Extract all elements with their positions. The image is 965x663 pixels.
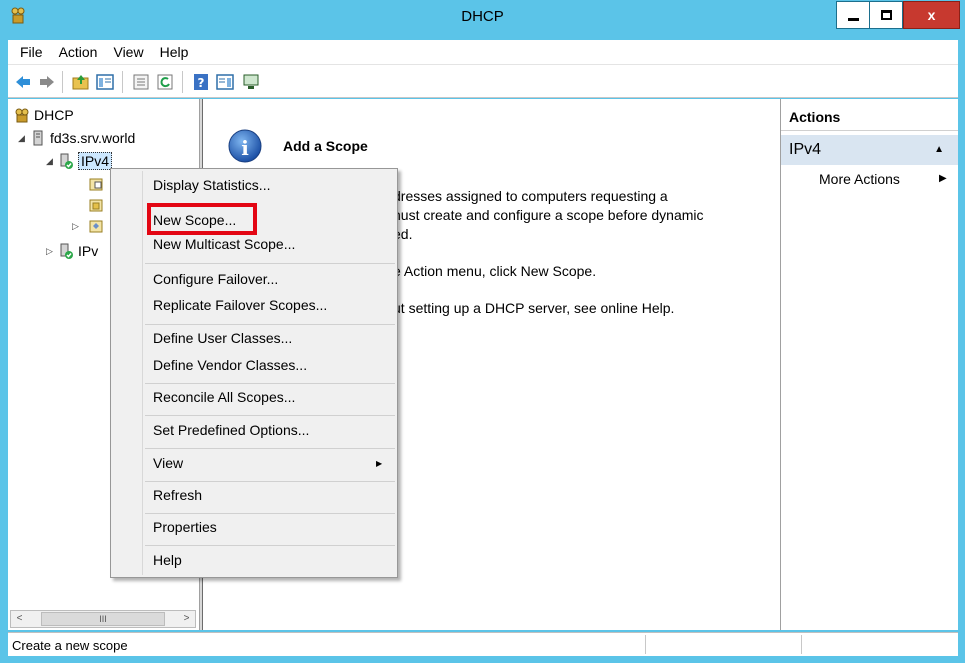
description-line: e Action menu, click New Scope. <box>393 263 597 279</box>
menu-separator <box>145 481 395 482</box>
menu-action[interactable]: Action <box>51 44 106 60</box>
maximize-button[interactable] <box>870 1 903 29</box>
status-divider <box>801 635 802 654</box>
menu-separator <box>145 545 395 546</box>
close-button[interactable]: x <box>903 1 960 29</box>
description-line: dresses assigned to computers requesting… <box>393 188 668 204</box>
show-hide-action-pane-icon[interactable] <box>216 73 234 91</box>
status-divider <box>645 635 646 654</box>
collapse-icon[interactable]: ◢ <box>46 156 58 167</box>
minimize-button[interactable] <box>836 1 870 29</box>
tree-label-ipv4: IPv4 <box>78 152 113 170</box>
submenu-arrow-icon: ▶ <box>376 459 383 468</box>
tree-item-server[interactable]: ◢ fd3s.srv.world <box>18 130 135 146</box>
menu-item-refresh[interactable]: Refresh <box>153 487 202 503</box>
window-title: DHCP <box>461 8 504 25</box>
tree-item-ipv6[interactable]: ▷ IPv <box>46 243 98 259</box>
menu-view[interactable]: View <box>105 44 151 60</box>
tree-horizontal-scrollbar[interactable]: < III > <box>10 610 196 628</box>
menu-separator <box>145 415 395 416</box>
page-heading: Add a Scope <box>283 138 368 154</box>
collapse-up-icon[interactable]: ▲ <box>934 135 944 165</box>
expand-icon[interactable]: ▷ <box>72 221 84 232</box>
menu-file[interactable]: File <box>12 44 51 60</box>
maximize-icon <box>880 10 892 20</box>
help-icon[interactable]: ? <box>192 73 210 91</box>
refresh-icon[interactable] <box>156 73 174 91</box>
toolbar: ? <box>8 64 958 98</box>
mmc-window: DHCP x File Action View Help ? DHCP ◢ fd… <box>0 0 965 663</box>
menu-gutter <box>142 171 143 575</box>
description-line: ut setting up a DHCP server, see online … <box>393 300 675 316</box>
more-actions-link[interactable]: More Actions <box>819 171 900 187</box>
submenu-arrow-icon: ▶ <box>939 173 947 184</box>
tree-label-dhcp: DHCP <box>34 107 74 123</box>
menu-item-reconcile-all-scopes[interactable]: Reconcile All Scopes... <box>153 389 295 405</box>
svg-text:i: i <box>241 136 249 160</box>
dhcp-icon <box>15 108 29 123</box>
svg-text:?: ? <box>198 76 205 90</box>
menu-item-help[interactable]: Help <box>153 552 182 568</box>
minimize-icon <box>847 18 859 21</box>
tree-item-ipv4[interactable]: ◢ IPv4 <box>46 152 113 170</box>
menu-separator <box>145 383 395 384</box>
forward-arrow-icon[interactable] <box>38 73 56 91</box>
menu-separator <box>145 513 395 514</box>
up-folder-icon[interactable] <box>72 73 90 91</box>
monitor-icon[interactable] <box>242 73 260 91</box>
menu-separator <box>145 263 395 264</box>
menu-item-configure-failover[interactable]: Configure Failover... <box>153 271 278 287</box>
menu-item-properties[interactable]: Properties <box>153 519 217 535</box>
menu-help[interactable]: Help <box>152 44 197 60</box>
scroll-left-icon[interactable]: < <box>11 611 28 627</box>
tree-label-ipv6: IPv <box>78 243 99 259</box>
collapse-icon[interactable]: ◢ <box>18 133 30 144</box>
expand-icon[interactable]: ▷ <box>46 246 58 257</box>
menu-item-set-predefined-options[interactable]: Set Predefined Options... <box>153 422 309 438</box>
menu-separator <box>145 324 395 325</box>
menu-item-display-statistics[interactable]: Display Statistics... <box>153 177 270 193</box>
scroll-thumb[interactable]: III <box>41 612 165 626</box>
actions-header: Actions <box>781 109 958 131</box>
info-icon: i <box>228 129 262 163</box>
close-icon: x <box>927 7 936 23</box>
menu-item-define-vendor-classes[interactable]: Define Vendor Classes... <box>153 357 307 373</box>
menu-bar: File Action View Help <box>8 40 958 64</box>
menu-separator <box>145 448 395 449</box>
ipv6-server-icon <box>60 243 73 259</box>
status-bar: Create a new scope <box>8 632 958 656</box>
show-hide-tree-icon[interactable] <box>96 73 114 91</box>
scroll-right-icon[interactable]: > <box>178 611 195 627</box>
tree-item-dhcp[interactable]: DHCP <box>14 107 74 123</box>
description-line: nust create and configure a scope before… <box>393 207 704 223</box>
ipv4-server-icon <box>60 153 73 169</box>
menu-item-define-user-classes[interactable]: Define User Classes... <box>153 330 292 346</box>
context-menu: Display Statistics... New Scope... New M… <box>110 168 398 578</box>
actions-section-label: IPv4 <box>789 141 822 158</box>
server-icon <box>33 130 43 146</box>
status-text: Create a new scope <box>12 638 128 653</box>
menu-item-view[interactable]: View <box>153 455 183 471</box>
back-arrow-icon[interactable] <box>14 73 32 91</box>
actions-section-ipv4[interactable]: IPv4 ▲ <box>781 135 958 165</box>
menu-item-new-multicast-scope[interactable]: New Multicast Scope... <box>153 236 295 252</box>
annotation-highlight-box <box>147 203 257 235</box>
policies-icon[interactable] <box>88 218 104 234</box>
properties-icon[interactable] <box>132 73 150 91</box>
actions-pane: Actions IPv4 ▲ More Actions ▶ <box>780 99 958 630</box>
menu-item-replicate-failover-scopes[interactable]: Replicate Failover Scopes... <box>153 297 327 313</box>
title-bar[interactable]: DHCP x <box>0 0 965 32</box>
address-pool-icon[interactable] <box>88 176 104 192</box>
server-options-icon[interactable] <box>88 197 104 213</box>
tree-label-server: fd3s.srv.world <box>50 130 136 146</box>
